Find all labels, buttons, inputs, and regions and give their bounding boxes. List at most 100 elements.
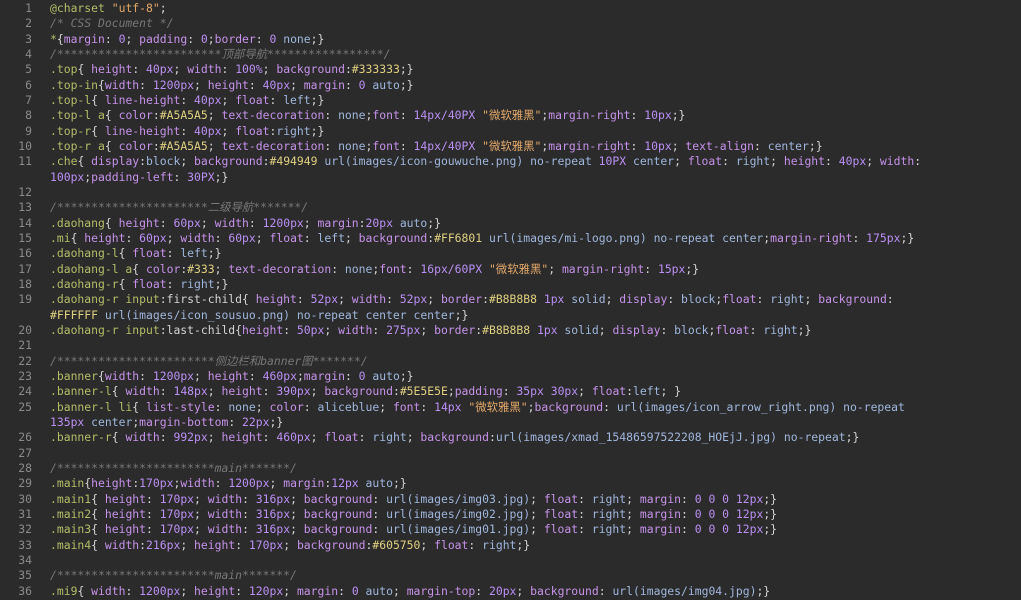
token-punc: ;} [310, 92, 325, 107]
code-text[interactable]: .top{ height: 40px; width: 100%; backgro… [50, 62, 414, 77]
token-punc: ; [530, 491, 544, 506]
code-text[interactable]: *{margin: 0; padding: 0;border: 0 none;} [50, 32, 324, 47]
code-line[interactable]: 13 /**********************二级导航*******/ [0, 200, 1021, 215]
token-prop: display [619, 292, 668, 307]
code-text[interactable]: /* CSS Document */ [50, 16, 173, 31]
code-editor[interactable]: 1 @charset "utf-8"; 2/* CSS Document */3 *{… [0, 0, 1021, 600]
code-text[interactable]: .che{ display:block; background:#494949 … [50, 154, 921, 169]
code-line[interactable]: 5 .top{ height: 40px; width: 100%; backgr… [0, 62, 1021, 77]
code-line[interactable]: 15 .mi{ height: 60px; width: 60px; float:… [0, 231, 1021, 246]
code-line[interactable]: 14 .daohang{ height: 60px; width: 1200px;… [0, 216, 1021, 231]
code-text[interactable]: /************************顶部导航***********… [50, 47, 390, 62]
token-num: 316px [255, 522, 291, 537]
line-number: 4 [25, 46, 32, 61]
code-text[interactable]: .main{height:170px;width: 1200px; margin… [50, 476, 407, 491]
code-line[interactable]: 34 [0, 553, 1021, 568]
code-line[interactable]: 9 .top-r{ line-height: 40px; float:right;… [0, 124, 1021, 139]
token-punc: ; [180, 537, 195, 552]
code-line[interactable]: 17 .daohang-l a{ color: #333; text-decorat… [0, 262, 1021, 277]
code-line[interactable]: 27 [0, 446, 1021, 461]
code-text[interactable]: .mi9{ width: 1200px; height: 120px; marg… [50, 584, 770, 599]
code-text[interactable]: .banner-l{ width: 148px; height: 390px ; … [50, 384, 681, 399]
code-text[interactable]: .banner-r{ width: 992px; height: 460px; … [50, 430, 859, 445]
code-text[interactable]: #FFFFFF url(images/icon_sousuo.png) no-r… [50, 308, 468, 323]
code-text[interactable]: .daohang-r input:last-child{height: 50px… [50, 323, 811, 338]
token-tag: .main1 [50, 491, 92, 506]
token-punc: ;} [671, 108, 686, 123]
token-punc: ;} [797, 322, 812, 337]
token-punc: ;} [763, 506, 778, 521]
token-punc: ; [338, 292, 352, 307]
code-line[interactable]: 18 .daohang-r{ float: right;} [0, 277, 1021, 292]
code-text[interactable]: .main4{ width:216px; height: 170px; back… [50, 538, 530, 553]
code-line[interactable]: 1 @charset "utf-8"; [0, 1, 1021, 16]
code-line[interactable]: 25 .banner-l li{ list-style: none; color:… [0, 400, 1021, 415]
token-val: url(images/xmad_15486597522208_HOEjJ.jpg… [495, 430, 846, 445]
token-punc: : [644, 261, 658, 276]
code-text[interactable]: /***********************侧边栏和banner图*****… [50, 354, 368, 369]
code-text[interactable]: .top-in{width: 1200px; height: 40px; mar… [50, 78, 414, 93]
token-num: 170px [139, 476, 174, 491]
token-tag: .top-r a [50, 138, 105, 153]
code-line[interactable]: 19 .daohang-r input:first-child{ height: … [0, 292, 1021, 307]
code-line[interactable]: 26 .banner-r{ width: 992px; height: 460px… [0, 430, 1021, 445]
code-line[interactable]: 2 /* CSS Document */ [0, 16, 1021, 31]
code-text[interactable]: .main3{ height: 170px; width: 316px; bac… [50, 522, 777, 537]
code-text[interactable]: /***********************main*******/ [50, 461, 297, 476]
token-prop: background [818, 292, 887, 307]
line-number: 33 [18, 537, 32, 552]
code-text[interactable]: /**********************二级导航*******/ [50, 200, 308, 215]
code-line[interactable]: 16 .daohang-l{ float: left;} [0, 246, 1021, 261]
code-text[interactable]: 135px center;margin-bottom: 22px;} [50, 415, 283, 430]
code-text[interactable]: .daohang-r{ float: right;} [50, 277, 228, 292]
code-text[interactable]: .top-l a{ color:#A5A5A5; text-decoration… [50, 108, 685, 123]
code-line[interactable]: 32 .main3{ height: 170px; width: 316px; b… [0, 522, 1021, 537]
code-line[interactable]: 35 /***********************main*******/ [0, 568, 1021, 583]
token-punc: ; [290, 522, 304, 537]
code-line[interactable]: 33 .main4{ width:216px; height: 170px; ba… [0, 538, 1021, 553]
code-text[interactable]: .top-r a{ color:#A5A5A5; text-decoration… [50, 139, 823, 154]
code-line[interactable]: 29 .main{height:170px;width: 1200px; marg… [0, 476, 1021, 491]
code-text[interactable]: .banner{width: 1200px; height: 460px;mar… [50, 369, 414, 384]
code-line[interactable]: 23 .banner{width: 1200px; height: 460px;m… [0, 369, 1021, 384]
token-prop: margin [303, 368, 345, 383]
code-line[interactable]: 6 .top-in{width: 1200px; height: 40px; ma… [0, 78, 1021, 93]
code-text[interactable]: .banner-l li{ list-style: none; color: a… [50, 400, 905, 415]
code-text[interactable]: .top-r{ line-height: 40px; float:right;} [50, 124, 324, 139]
code-text[interactable]: .mi{ height: 60px; width: 60px; float: l… [50, 231, 914, 246]
token-prop: color [146, 261, 181, 276]
code-text[interactable]: @charset "utf-8"; [50, 1, 167, 16]
token-val: auto [365, 476, 393, 491]
code-line[interactable]: 11 .che{ display:block; background:#49494… [0, 154, 1021, 169]
code-text[interactable]: .main2{ height: 170px; width: 316px; bac… [50, 507, 777, 522]
code-text[interactable]: .main1{ height: 170px; width: 316px; bac… [50, 492, 777, 507]
code-line[interactable]: #FFFFFF url(images/icon_sousuo.png) no-r… [0, 308, 1021, 323]
code-line[interactable]: 12 [0, 185, 1021, 200]
token-punc: { [111, 384, 126, 399]
code-line[interactable]: 135px center;margin-bottom: 22px;} [0, 415, 1021, 430]
code-line[interactable]: 20 .daohang-r input:last-child{height: 50… [0, 323, 1021, 338]
code-text[interactable]: 100px;padding-left: 30PX;} [50, 170, 228, 185]
code-line[interactable]: 30 .main1{ height: 170px; width: 316px; b… [0, 492, 1021, 507]
code-line[interactable]: 3 *{margin: 0; padding: 0;border: 0 none;… [0, 32, 1021, 47]
code-line[interactable]: 8 .top-l a{ color:#A5A5A5; text-decoratio… [0, 108, 1021, 123]
code-line[interactable]: 21 [0, 338, 1021, 353]
code-line[interactable]: 10 .top-r a{ color:#A5A5A5; text-decorati… [0, 139, 1021, 154]
token-punc: ;} [399, 77, 414, 92]
token-punc: : [372, 506, 387, 521]
code-line[interactable]: 100px;padding-left: 30PX;} [0, 170, 1021, 185]
code-line[interactable]: 7 .top-l{ line-height: 40px; float: left;… [0, 93, 1021, 108]
code-text[interactable]: .daohang-r input:first-child{ height: 52… [50, 292, 894, 307]
code-line[interactable]: 28 /***********************main*******/ [0, 461, 1021, 476]
code-text[interactable]: .daohang-l a{ color: #333; text-decoratio… [50, 262, 699, 277]
code-line[interactable]: 36 .mi9{ width: 1200px; height: 120px; ma… [0, 584, 1021, 599]
token-punc: ; [194, 522, 208, 537]
code-line[interactable]: 22 /***********************侧边栏和banner图***… [0, 354, 1021, 369]
code-text[interactable]: .daohang{ height: 60px; width: 1200px; m… [50, 216, 441, 231]
code-line[interactable]: 4 /************************顶部导航**********… [0, 47, 1021, 62]
code-line[interactable]: 31 .main2{ height: 170px; width: 316px; b… [0, 507, 1021, 522]
code-text[interactable]: .daohang-l{ float: left;} [50, 246, 221, 261]
code-text[interactable]: /***********************main*******/ [50, 568, 297, 583]
code-line[interactable]: 24 .banner-l{ width: 148px; height: 390px… [0, 384, 1021, 399]
code-text[interactable]: .top-l{ line-height: 40px; float: left;} [50, 93, 324, 108]
